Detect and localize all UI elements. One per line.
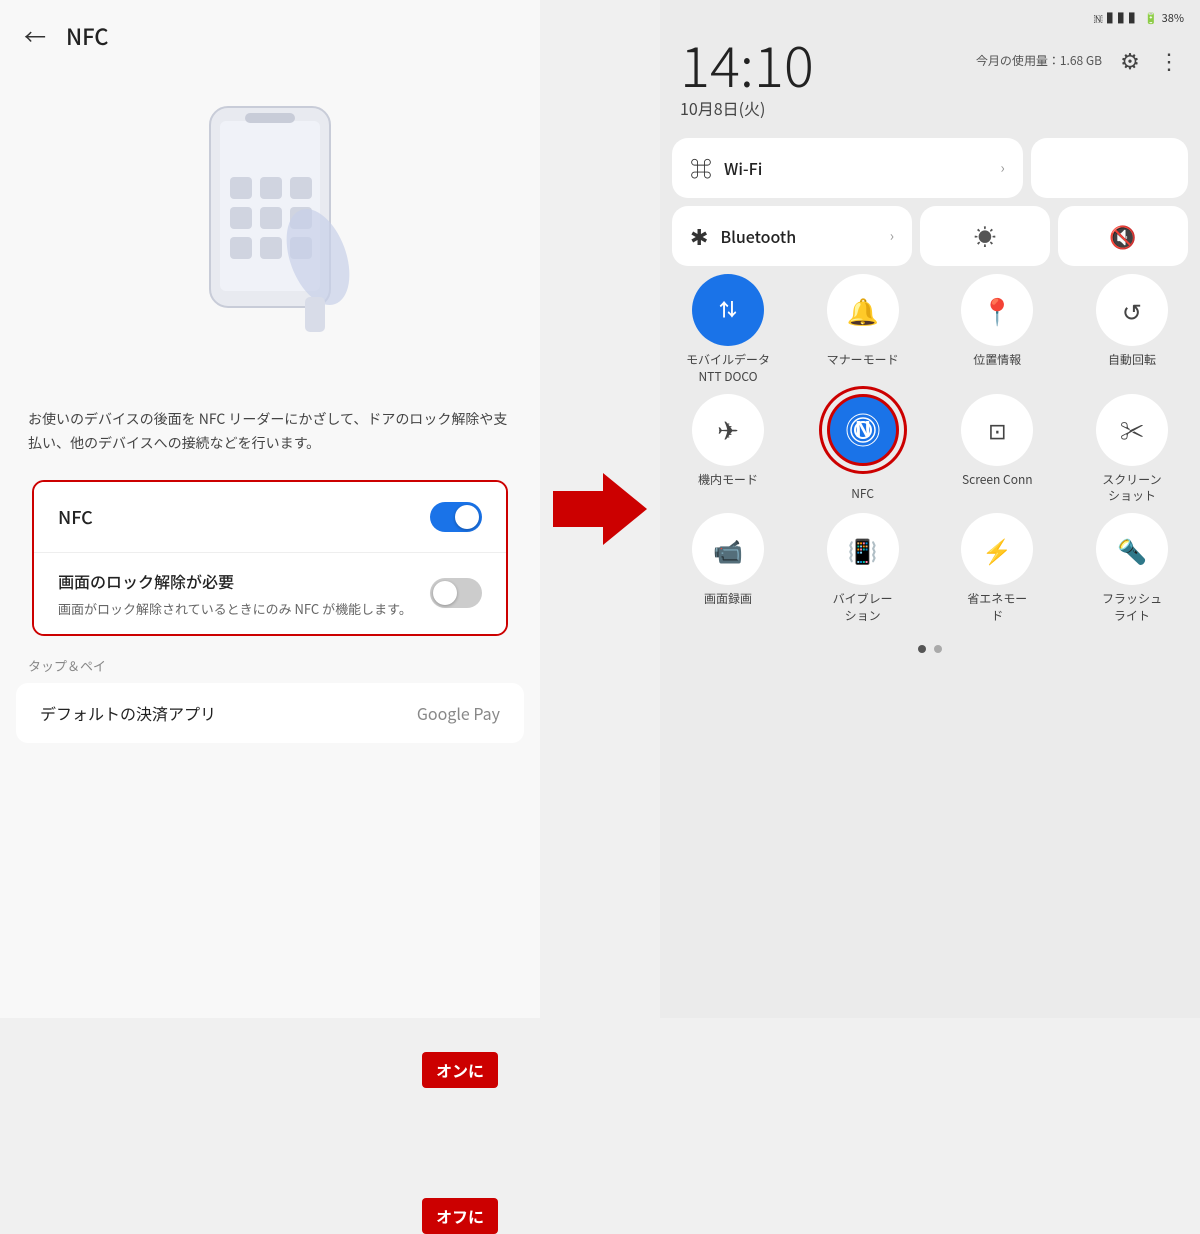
- battery-saver-label: 省エネモード: [967, 591, 1027, 625]
- mobile-data-circle[interactable]: ⇅: [692, 274, 764, 346]
- screen-record-tile[interactable]: 📹 画面録画: [672, 513, 784, 625]
- battery-saver-tile[interactable]: ⚡ 省エネモード: [941, 513, 1053, 625]
- wifi-chevron-icon: ›: [1000, 158, 1004, 178]
- tap-pay-label: タップ＆ペイ: [0, 636, 540, 683]
- battery-icon: 🔋: [1144, 10, 1158, 26]
- auto-rotate-tile[interactable]: ↺ 自動回転: [1076, 274, 1188, 386]
- screenshot-circle[interactable]: ✂: [1096, 394, 1168, 466]
- brightness-tile[interactable]: ☀: [920, 206, 1050, 266]
- label-off: オフに: [422, 1198, 498, 1234]
- auto-rotate-label: 自動回転: [1108, 352, 1156, 369]
- quick-tiles: ⌘ Wi-Fi › ✱ Bluetooth › ☀ 🔇 ⇅: [660, 132, 1200, 667]
- arrow-section: [540, 0, 660, 1018]
- lock-toggle[interactable]: [430, 578, 482, 608]
- screenshot-tile[interactable]: ✂ スクリーンショット: [1076, 394, 1188, 506]
- flashlight-tile[interactable]: 🔦 フラッシュライト: [1076, 513, 1188, 625]
- flashlight-label: フラッシュライト: [1102, 591, 1162, 625]
- nfc-description: お使いのデバイスの後面を NFC リーダーにかざして、ドアのロック解除や支払い、…: [0, 392, 540, 480]
- left-panel: ← NFC お使いのデバイスの後面を NFC リーダーにかざして、ドアのロック解: [0, 0, 540, 1018]
- vibration-tile[interactable]: 📳 バイブレーション: [807, 513, 919, 625]
- label-on: オンに: [422, 1052, 498, 1088]
- location-circle[interactable]: 📍: [961, 274, 1033, 346]
- default-app-row[interactable]: デフォルトの決済アプリ Google Pay: [16, 683, 524, 743]
- screen-conn-tile[interactable]: ⊡ Screen Conn: [941, 394, 1053, 506]
- nfc-status-icon: 🇳: [1093, 10, 1103, 26]
- screen-record-circle[interactable]: 📹: [692, 513, 764, 585]
- vibration-circle[interactable]: 📳: [827, 513, 899, 585]
- mobile-data-label: モバイルデータNTT DOCO: [686, 352, 770, 386]
- phone-illustration: [0, 72, 540, 392]
- lock-desc: 画面がロック解除されているときにのみ NFC が機能します。: [58, 599, 414, 619]
- screen-conn-label: Screen Conn: [962, 472, 1033, 489]
- nfc-tile-label: NFC: [851, 486, 874, 503]
- page-dots: [672, 633, 1188, 661]
- nfc-settings-section: NFC 画面のロック解除が必要 画面がロック解除されているときにのみ NFC が…: [16, 480, 524, 637]
- screenshot-label: スクリーンショット: [1102, 472, 1161, 506]
- lock-title: 画面のロック解除が必要: [58, 569, 414, 593]
- small-tiles-row1: ⇅ モバイルデータNTT DOCO 🔔 マナーモード 📍 位置情報 ↺: [672, 274, 1188, 386]
- clock-right: 今月の使用量：1.68 GB ⚙ ⋮: [976, 36, 1180, 76]
- manner-mode-label: マナーモード: [827, 352, 899, 369]
- auto-rotate-circle[interactable]: ↺: [1096, 274, 1168, 346]
- screen-record-label: 画面録画: [704, 591, 752, 608]
- small-tiles-row3: 📹 画面録画 📳 バイブレーション ⚡ 省エネモード 🔦 フ: [672, 513, 1188, 625]
- page-title: NFC: [66, 20, 108, 52]
- clock-left: 14:10 10月8日(火): [680, 36, 814, 120]
- bluetooth-label: Bluetooth: [720, 224, 877, 248]
- back-button[interactable]: ←: [24, 20, 46, 52]
- wide-tiles-row: ⌘ Wi-Fi ›: [672, 138, 1188, 198]
- more-icon[interactable]: ⋮: [1158, 44, 1180, 76]
- battery-label: 38%: [1162, 10, 1184, 26]
- right-panel: 🇳 ▌▌▌ 🔋 38% 14:10 10月8日(火) 今月の使用量：1.68 G…: [660, 0, 1200, 1018]
- svg-text:⇅: ⇅: [719, 296, 737, 322]
- bluetooth-tile[interactable]: ✱ Bluetooth ›: [672, 206, 912, 266]
- nfc-row-label: NFC: [58, 504, 93, 530]
- default-app-value: Google Pay: [417, 701, 500, 725]
- screen-conn-circle[interactable]: ⊡: [961, 394, 1033, 466]
- clock-time: 14:10: [680, 36, 814, 92]
- location-tile[interactable]: 📍 位置情報: [941, 274, 1053, 386]
- placeholder-tile: [1031, 138, 1188, 198]
- dot-2: [934, 645, 942, 653]
- signal-icon: ▌▌▌: [1107, 10, 1140, 26]
- default-app-label: デフォルトの決済アプリ: [40, 701, 216, 725]
- clock-area: 14:10 10月8日(火) 今月の使用量：1.68 GB ⚙ ⋮: [660, 30, 1200, 132]
- lock-row[interactable]: 画面のロック解除が必要 画面がロック解除されているときにのみ NFC が機能しま…: [34, 553, 506, 635]
- svg-text:N: N: [854, 412, 870, 444]
- vibration-label: バイブレーション: [833, 591, 893, 625]
- settings-icon[interactable]: ⚙: [1116, 46, 1144, 74]
- airplane-tile[interactable]: ✈ 機内モード: [672, 394, 784, 506]
- battery-saver-circle[interactable]: ⚡: [961, 513, 1033, 585]
- airplane-label: 機内モード: [698, 472, 758, 489]
- small-tiles-row2: ✈ 機内モード N NFC: [672, 394, 1188, 506]
- nfc-tile[interactable]: N NFC: [807, 394, 919, 506]
- bluetooth-row: ✱ Bluetooth › ☀ 🔇: [672, 206, 1188, 266]
- manner-mode-circle[interactable]: 🔔: [827, 274, 899, 346]
- wifi-label: Wi-Fi: [724, 156, 988, 180]
- nfc-toggle[interactable]: [430, 502, 482, 532]
- flashlight-circle[interactable]: 🔦: [1096, 513, 1168, 585]
- nfc-section-box: NFC 画面のロック解除が必要 画面がロック解除されているときにのみ NFC が…: [32, 480, 508, 637]
- location-label: 位置情報: [973, 352, 1021, 369]
- airplane-circle[interactable]: ✈: [692, 394, 764, 466]
- bluetooth-chevron-icon: ›: [890, 226, 894, 246]
- mobile-data-tile[interactable]: ⇅ モバイルデータNTT DOCO: [672, 274, 784, 386]
- data-usage-label: 今月の使用量：1.68 GB: [976, 52, 1102, 69]
- wifi-icon: ⌘: [690, 152, 712, 184]
- bluetooth-icon: ✱: [690, 220, 708, 252]
- manner-mode-tile[interactable]: 🔔 マナーモード: [807, 274, 919, 386]
- status-icons: 🇳 ▌▌▌ 🔋 38%: [1093, 10, 1184, 26]
- nfc-toggle-row[interactable]: NFC: [34, 482, 506, 553]
- nfc-header: ← NFC: [0, 0, 540, 72]
- wifi-tile[interactable]: ⌘ Wi-Fi ›: [672, 138, 1023, 198]
- mute-tile[interactable]: 🔇: [1058, 206, 1188, 266]
- nfc-circle[interactable]: N: [827, 394, 899, 466]
- dot-1: [918, 645, 926, 653]
- lock-text: 画面のロック解除が必要 画面がロック解除されているときにのみ NFC が機能しま…: [58, 569, 414, 619]
